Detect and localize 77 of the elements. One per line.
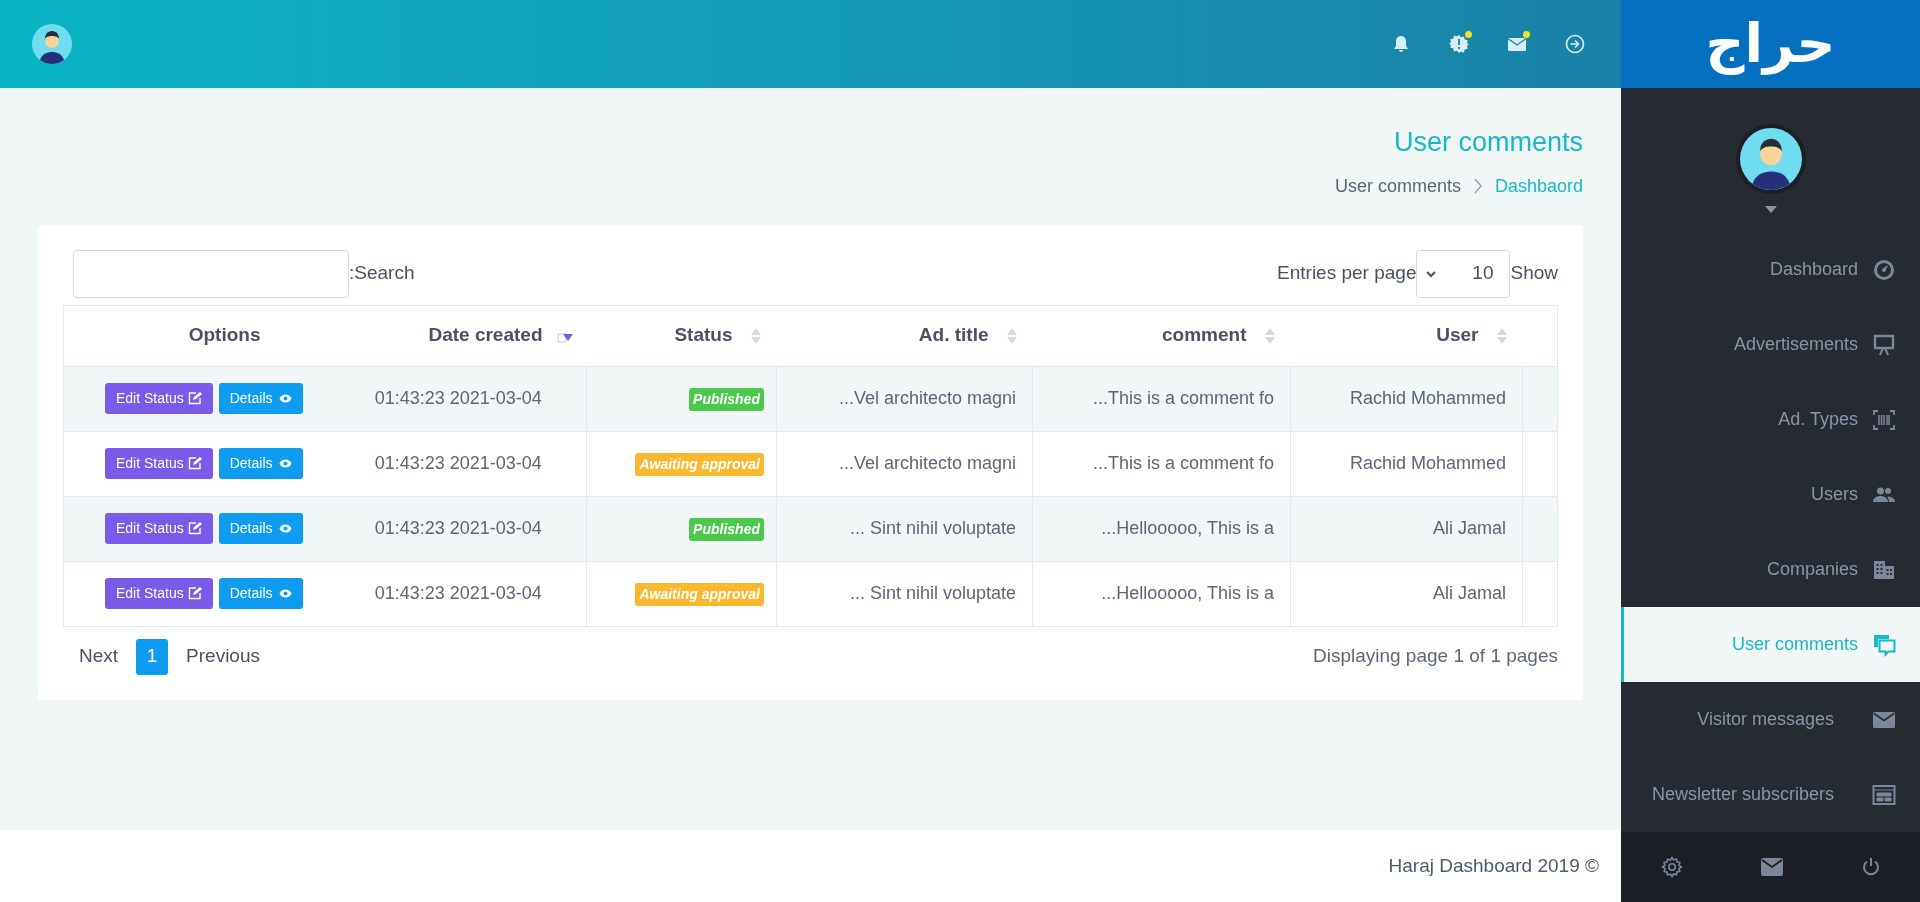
details-button[interactable]: Details <box>218 513 303 544</box>
sidebar-item[interactable]: Companies <box>1621 532 1920 607</box>
eye-icon <box>278 524 292 533</box>
page-number-button[interactable]: 1 <box>136 638 169 675</box>
pagination-link[interactable]: Next <box>79 642 119 671</box>
newsletter-icon <box>1872 782 1896 807</box>
page-info: Displaying page 1 of 1 pages <box>1312 644 1558 669</box>
edit-icon <box>187 457 202 470</box>
avatar-icon[interactable] <box>32 24 72 64</box>
breadcrumb-link[interactable]: User comments <box>1334 172 1461 200</box>
edit-status-button[interactable]: Edit Status <box>105 513 213 544</box>
column-header[interactable]: Date created <box>428 321 543 350</box>
edit-status-button[interactable]: Edit Status <box>105 383 213 414</box>
column-header[interactable]: comment <box>1162 321 1247 350</box>
table-cell: ...Vel architecto magni <box>776 366 1033 431</box>
page-title: User comments <box>1393 126 1583 159</box>
edit-icon <box>187 522 202 535</box>
table-cell: Rachid Mohammed <box>1290 431 1523 496</box>
edit-icon <box>187 587 202 600</box>
presentation-board-icon <box>1872 332 1896 357</box>
logo[interactable]: حراج <box>1705 4 1836 84</box>
entries-label: Entries per page <box>1277 261 1417 286</box>
details-button[interactable]: Details <box>218 578 303 609</box>
avatar-icon[interactable] <box>1739 128 1802 190</box>
details-button[interactable]: Details <box>218 448 303 479</box>
show-label: Show <box>1510 261 1558 286</box>
sidebar-item[interactable]: Users <box>1621 457 1920 532</box>
caret-down-icon[interactable] <box>1764 206 1777 213</box>
pagination-link[interactable]: Previous <box>186 642 260 671</box>
sidebar-item[interactable]: Visitor messages <box>1621 682 1920 757</box>
table-cell: Ali Jamal <box>1290 496 1523 561</box>
chevron-down-icon <box>1425 269 1438 278</box>
edit-status-button[interactable]: Edit Status <box>105 448 213 479</box>
sidebar-item[interactable]: Dashboard <box>1621 232 1920 307</box>
eye-icon <box>278 589 292 598</box>
edit-icon <box>187 392 202 405</box>
status-badge: Published <box>689 517 764 541</box>
column-header[interactable]: Ad. title <box>918 321 989 350</box>
column-header[interactable]: Options <box>188 321 261 350</box>
speedometer-icon <box>1872 257 1896 282</box>
column-header[interactable]: Status <box>674 321 733 350</box>
table-cell: 01:43:23 2021-03-04 <box>330 561 587 626</box>
table-cell: ...Vel architecto magni <box>776 431 1033 496</box>
sidebar-item[interactable]: Newsletter subscribers <box>1621 757 1920 832</box>
edit-status-button[interactable]: Edit Status <box>105 578 213 609</box>
table-cell: 01:43:23 2021-03-04 <box>330 496 587 561</box>
search-label: :Search <box>349 261 415 286</box>
sidebar-item[interactable]: Ad. Types <box>1621 382 1920 457</box>
sidebar-item[interactable]: Advertisements <box>1621 307 1920 382</box>
table-cell: 01:43:23 2021-03-04 <box>330 366 587 431</box>
column-header[interactable]: User <box>1436 321 1479 350</box>
table-cell: ...Hellooooo, This is a <box>1032 496 1291 561</box>
entries-select[interactable]: 10 <box>1416 249 1511 298</box>
status-badge: Awaiting approval <box>635 452 764 476</box>
table-cell: Ali Jamal <box>1290 561 1523 626</box>
chat-bubbles-icon <box>1872 632 1896 657</box>
status-badge: Published <box>689 387 764 411</box>
details-button[interactable]: Details <box>218 383 303 414</box>
eye-icon <box>278 459 292 468</box>
table-cell: ...This is a comment fo <box>1032 431 1291 496</box>
search-field[interactable] <box>73 249 349 298</box>
chevron-icon <box>1472 178 1483 194</box>
table-cell: Rachid Mohammed <box>1290 366 1523 431</box>
mail-icon[interactable] <box>1507 34 1527 54</box>
eye-icon <box>278 394 292 403</box>
logout-icon[interactable] <box>1565 34 1585 54</box>
table-cell: ... Sint nihil voluptate <box>776 496 1033 561</box>
footer-text: Haraj Dashboard 2019 © <box>1388 853 1599 878</box>
table-cell: ...This is a comment fo <box>1032 366 1291 431</box>
notification-bell-icon[interactable] <box>1391 34 1411 54</box>
status-badge: Awaiting approval <box>635 582 764 606</box>
table-cell: ...Hellooooo, This is a <box>1032 561 1291 626</box>
power-icon[interactable] <box>1861 857 1882 877</box>
table-cell: 01:43:23 2021-03-04 <box>330 431 587 496</box>
table-cell: ... Sint nihil voluptate <box>776 561 1033 626</box>
barcode-icon <box>1872 407 1896 432</box>
mail-icon[interactable] <box>1761 858 1784 876</box>
